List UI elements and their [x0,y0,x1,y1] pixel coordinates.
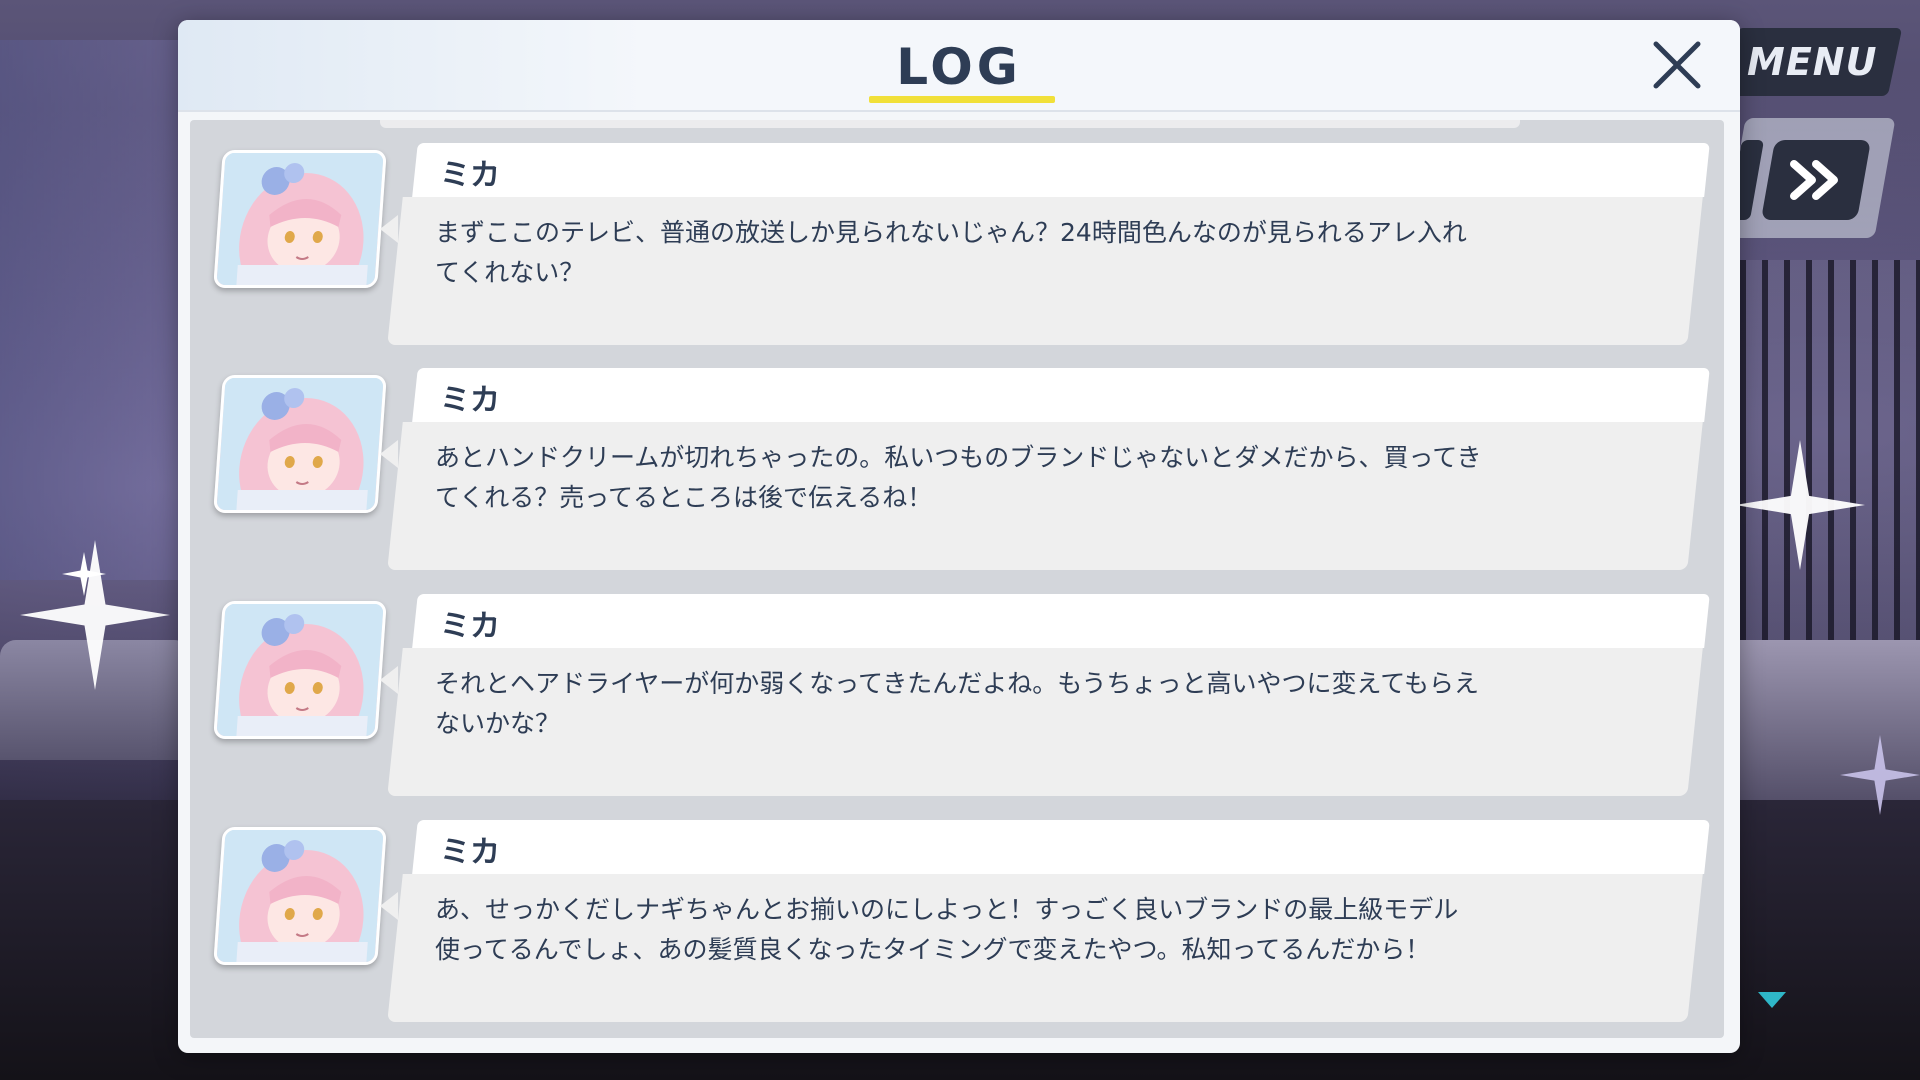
log-entry: ミカ あ、せっかくだしナギちゃんとお揃いのにしよっと！すっごく良いブランドの最上… [190,797,1724,1022]
mika-avatar-icon [213,150,387,288]
fast-forward-icon [1790,160,1838,200]
log-header: LOG [178,20,1740,112]
log-entry: ミカ それとヘアドライヤーが何か弱くなってきたんだよね。もうちょっと高いやつに変… [190,571,1724,796]
bubble-pointer [380,440,398,468]
speaker-name-plate [412,368,1710,422]
speaker-name: ミカ [440,158,500,193]
mika-avatar-icon [213,601,387,739]
scroll-down-indicator[interactable] [1758,992,1786,1008]
message-text: あとハンドクリームが切れちゃったの。私いつものブランドじゃないとダメだから、買っ… [435,443,1482,512]
game-screen: MENU LOG ミカ まずここのテレビ、普通の放送しか見られないじゃん？24時… [0,0,1920,1080]
mika-avatar-icon [213,827,387,965]
sparkle-icon [62,552,106,596]
close-icon[interactable] [1648,36,1706,94]
bubble-pointer [380,215,398,243]
log-list[interactable]: ミカ まずここのテレビ、普通の放送しか見られないじゃん？24時間色んなのが見られ… [190,120,1724,1038]
bubble-pointer [380,892,398,920]
mika-avatar-icon [213,375,387,513]
bubble-pointer [380,666,398,694]
speaker-name: ミカ [440,609,500,644]
speaker-name-plate [412,143,1710,197]
fast-forward-button[interactable] [1760,140,1872,220]
message-text: それとヘアドライヤーが何か弱くなってきたんだよね。もうちょっと高いやつに変えても… [435,669,1480,738]
sparkle-icon [1840,735,1920,815]
sparkle-icon [1735,440,1865,570]
speaker-name-plate [412,594,1710,648]
speaker-name: ミカ [440,383,500,418]
speaker-name-plate [412,820,1710,874]
message-text: あ、せっかくだしナギちゃんとお揃いのにしよっと！すっごく良いブランドの最上級モデ… [435,895,1459,964]
speaker-name: ミカ [440,835,500,870]
message-text: まずここのテレビ、普通の放送しか見られないじゃん？24時間色んなのが見られるアレ… [435,218,1467,287]
log-dialog: LOG ミカ まずここのテレビ、普通の放送しか見られないじゃん？24時間色んなの… [178,20,1740,1053]
menu-button-label: MENU [1747,40,1878,84]
log-title: LOG [896,38,1022,96]
log-entry: ミカ あとハンドクリームが切れちゃったの。私いつものブランドじゃないとダメだから… [190,345,1724,570]
background-window [0,40,188,580]
log-entry: ミカ まずここのテレビ、普通の放送しか見られないじゃん？24時間色んなのが見られ… [190,120,1724,345]
title-underline [869,96,1055,103]
menu-button[interactable]: MENU [1722,28,1903,96]
